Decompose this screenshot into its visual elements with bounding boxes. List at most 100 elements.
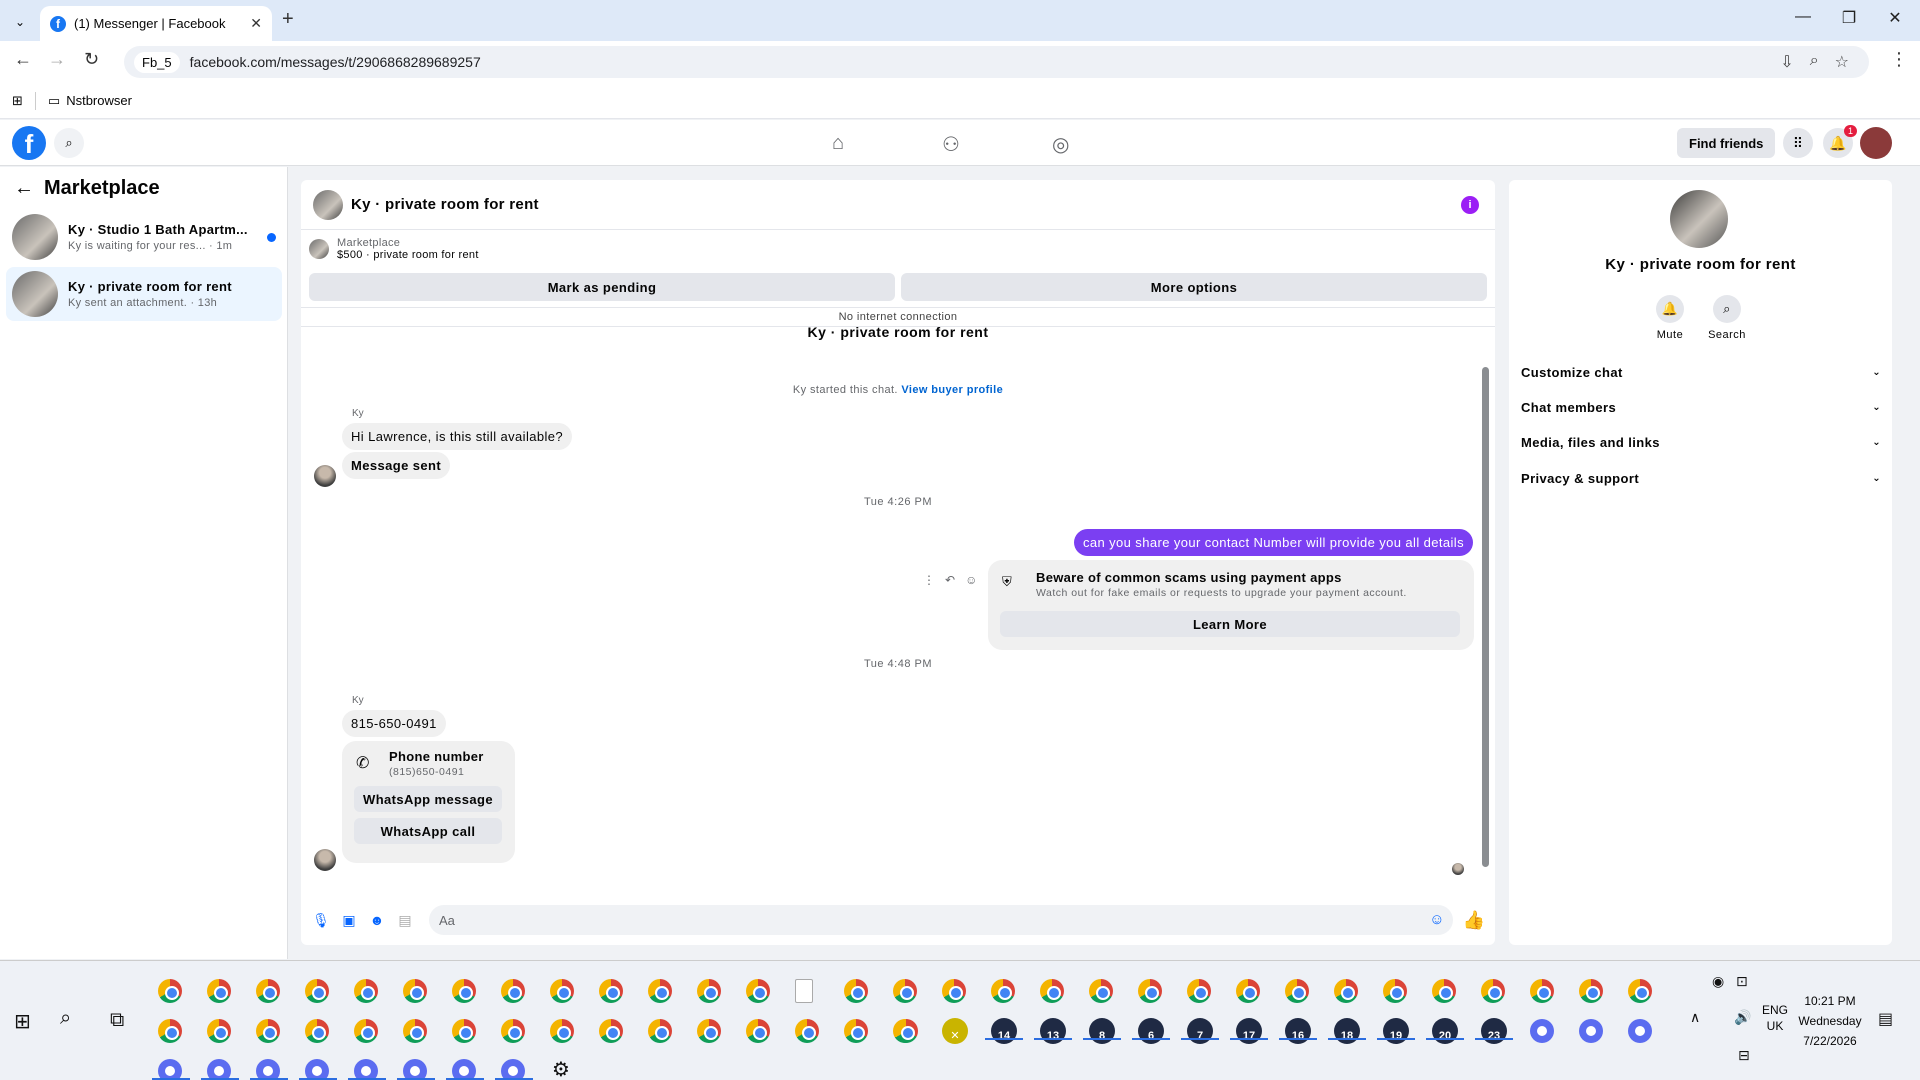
chrome-app-icon[interactable] xyxy=(207,1019,231,1043)
info-icon[interactable]: i xyxy=(1461,196,1479,214)
reply-icon[interactable]: ↶ xyxy=(945,573,955,587)
chrome-app-icon[interactable] xyxy=(1383,979,1407,1003)
nstbrowser-app-icon[interactable] xyxy=(501,1059,525,1080)
menu-grid-icon[interactable]: ⠿ xyxy=(1783,128,1813,158)
facebook-logo-icon[interactable]: f xyxy=(12,126,46,160)
notifications-bell-icon[interactable]: 🔔 1 xyxy=(1823,125,1857,158)
chrome-app-icon[interactable] xyxy=(746,1019,770,1043)
numbered-app-icon[interactable]: 16 xyxy=(1285,1018,1311,1044)
network-icon[interactable]: ⊡ xyxy=(1736,973,1748,990)
view-buyer-profile-link[interactable]: View buyer profile xyxy=(901,384,1003,396)
chrome-app-icon[interactable] xyxy=(991,979,1015,1003)
numbered-app-icon[interactable]: 17 xyxy=(1236,1018,1262,1044)
nstbrowser-app-icon[interactable] xyxy=(305,1059,329,1080)
message-thread[interactable]: Ky · private room for rent Ky started th… xyxy=(301,326,1495,892)
whatsapp-call-button[interactable]: WhatsApp call xyxy=(354,818,502,844)
back-icon[interactable]: ← xyxy=(14,49,32,70)
chrome-app-icon[interactable] xyxy=(403,1019,427,1043)
chat-header-name[interactable]: Ky · private room for rent xyxy=(351,196,539,213)
forward-icon[interactable]: → xyxy=(48,49,66,70)
microphone-icon[interactable]: 🎙 xyxy=(311,910,331,930)
back-arrow-icon[interactable]: ← xyxy=(14,177,34,200)
numbered-app-icon[interactable]: 7 xyxy=(1187,1018,1213,1044)
close-tab-icon[interactable]: ✕ xyxy=(250,15,262,32)
learn-more-button[interactable]: Learn More xyxy=(1000,611,1460,637)
chrome-app-icon[interactable] xyxy=(1432,979,1456,1003)
restore-icon[interactable]: ❐ xyxy=(1826,8,1872,28)
nstbrowser-app-icon[interactable] xyxy=(1628,1019,1652,1043)
chrome-app-icon[interactable] xyxy=(942,979,966,1003)
apps-grid-icon[interactable]: ⊞ xyxy=(12,93,23,109)
tab-search-chevron-icon[interactable]: ⌄ xyxy=(8,10,32,34)
chrome-app-icon[interactable] xyxy=(256,979,280,1003)
numbered-app-icon[interactable]: 13 xyxy=(1040,1018,1066,1044)
numbered-app-icon[interactable]: 8 xyxy=(1089,1018,1115,1044)
nstbrowser-app-icon[interactable] xyxy=(452,1059,476,1080)
nstbrowser-app-icon[interactable] xyxy=(158,1059,182,1080)
chrome-app-icon[interactable] xyxy=(1481,979,1505,1003)
chrome-app-icon[interactable] xyxy=(354,1019,378,1043)
gif-icon[interactable]: ▤ xyxy=(395,910,415,930)
notifications-icon[interactable]: ▤ xyxy=(1878,1009,1893,1029)
chrome-app-icon[interactable] xyxy=(158,979,182,1003)
app-icon[interactable]: ✕ xyxy=(942,1018,968,1044)
file-icon[interactable] xyxy=(795,979,813,1003)
chrome-app-icon[interactable] xyxy=(1530,979,1554,1003)
sender-avatar[interactable] xyxy=(314,465,336,487)
search-icon[interactable]: ⌕ xyxy=(54,128,84,158)
task-view-icon[interactable]: ⧉ xyxy=(110,1009,124,1032)
listing-mini-thumbnail[interactable] xyxy=(309,239,329,259)
chrome-app-icon[interactable] xyxy=(1236,979,1260,1003)
numbered-app-icon[interactable]: 23 xyxy=(1481,1018,1507,1044)
chrome-app-icon[interactable] xyxy=(1628,979,1652,1003)
chat-scrollbar[interactable] xyxy=(1482,367,1489,867)
chrome-app-icon[interactable] xyxy=(550,979,574,1003)
message-input[interactable]: Aa ☺ xyxy=(429,905,1453,935)
url-text[interactable]: facebook.com/messages/t/2906868289689257 xyxy=(190,54,481,70)
nstbrowser-app-icon[interactable] xyxy=(403,1059,427,1080)
mark-as-pending-button[interactable]: Mark as pending xyxy=(309,273,895,301)
show-hidden-icons-icon[interactable]: ∧ xyxy=(1690,1009,1700,1026)
chrome-app-icon[interactable] xyxy=(795,1019,819,1043)
listing-price-title[interactable]: $500 · private room for rent xyxy=(337,249,479,261)
more-options-button[interactable]: More options xyxy=(901,273,1487,301)
install-icon[interactable]: ⇩ xyxy=(1780,52,1793,72)
profile-avatar[interactable] xyxy=(1860,127,1892,159)
chrome-app-icon[interactable] xyxy=(697,979,721,1003)
chrome-app-icon[interactable] xyxy=(158,1019,182,1043)
customize-chat-row[interactable]: Customize chat ⌄ xyxy=(1521,357,1881,387)
nstbrowser-app-icon[interactable] xyxy=(256,1059,280,1080)
browser-tab[interactable]: f (1) Messenger | Facebook ✕ xyxy=(40,6,272,41)
chrome-app-icon[interactable] xyxy=(354,979,378,1003)
privacy-support-row[interactable]: Privacy & support ⌄ xyxy=(1521,463,1881,493)
numbered-app-icon[interactable]: 14 xyxy=(991,1018,1017,1044)
chrome-app-icon[interactable] xyxy=(844,979,868,1003)
sticker-icon[interactable]: ☻ xyxy=(367,910,387,930)
search-button[interactable]: ⌕ Search xyxy=(1702,295,1752,341)
chrome-app-icon[interactable] xyxy=(403,979,427,1003)
nstbrowser-app-icon[interactable] xyxy=(207,1059,231,1080)
more-dots-icon[interactable]: ⋮ xyxy=(923,573,935,587)
incoming-message[interactable]: 815-650-0491 xyxy=(342,710,446,737)
thumbs-up-icon[interactable]: 👍 xyxy=(1463,910,1485,931)
chrome-app-icon[interactable] xyxy=(1089,979,1113,1003)
whatsapp-message-button[interactable]: WhatsApp message xyxy=(354,786,502,812)
chrome-app-icon[interactable] xyxy=(256,1019,280,1043)
search-icon[interactable]: ⌕ xyxy=(60,1007,71,1030)
chrome-app-icon[interactable] xyxy=(844,1019,868,1043)
chrome-app-icon[interactable] xyxy=(599,1019,623,1043)
chrome-app-icon[interactable] xyxy=(501,979,525,1003)
chrome-app-icon[interactable] xyxy=(1138,979,1162,1003)
reload-icon[interactable]: ↻ xyxy=(84,49,99,70)
chrome-app-icon[interactable] xyxy=(1187,979,1211,1003)
bookmark-nstbrowser[interactable]: Nstbrowser xyxy=(66,93,132,108)
chrome-app-icon[interactable] xyxy=(1579,979,1603,1003)
chrome-app-icon[interactable] xyxy=(452,979,476,1003)
clock[interactable]: 10:21 PM Wednesday 7/22/2026 xyxy=(1780,991,1880,1051)
incoming-message[interactable]: Message sent xyxy=(342,452,451,479)
numbered-app-icon[interactable]: 19 xyxy=(1383,1018,1409,1044)
sender-avatar[interactable] xyxy=(314,849,336,871)
meet-icon[interactable]: ⊟ xyxy=(1738,1047,1750,1064)
chrome-app-icon[interactable] xyxy=(648,1019,672,1043)
profile-chip[interactable]: Fb_5 xyxy=(134,51,180,73)
